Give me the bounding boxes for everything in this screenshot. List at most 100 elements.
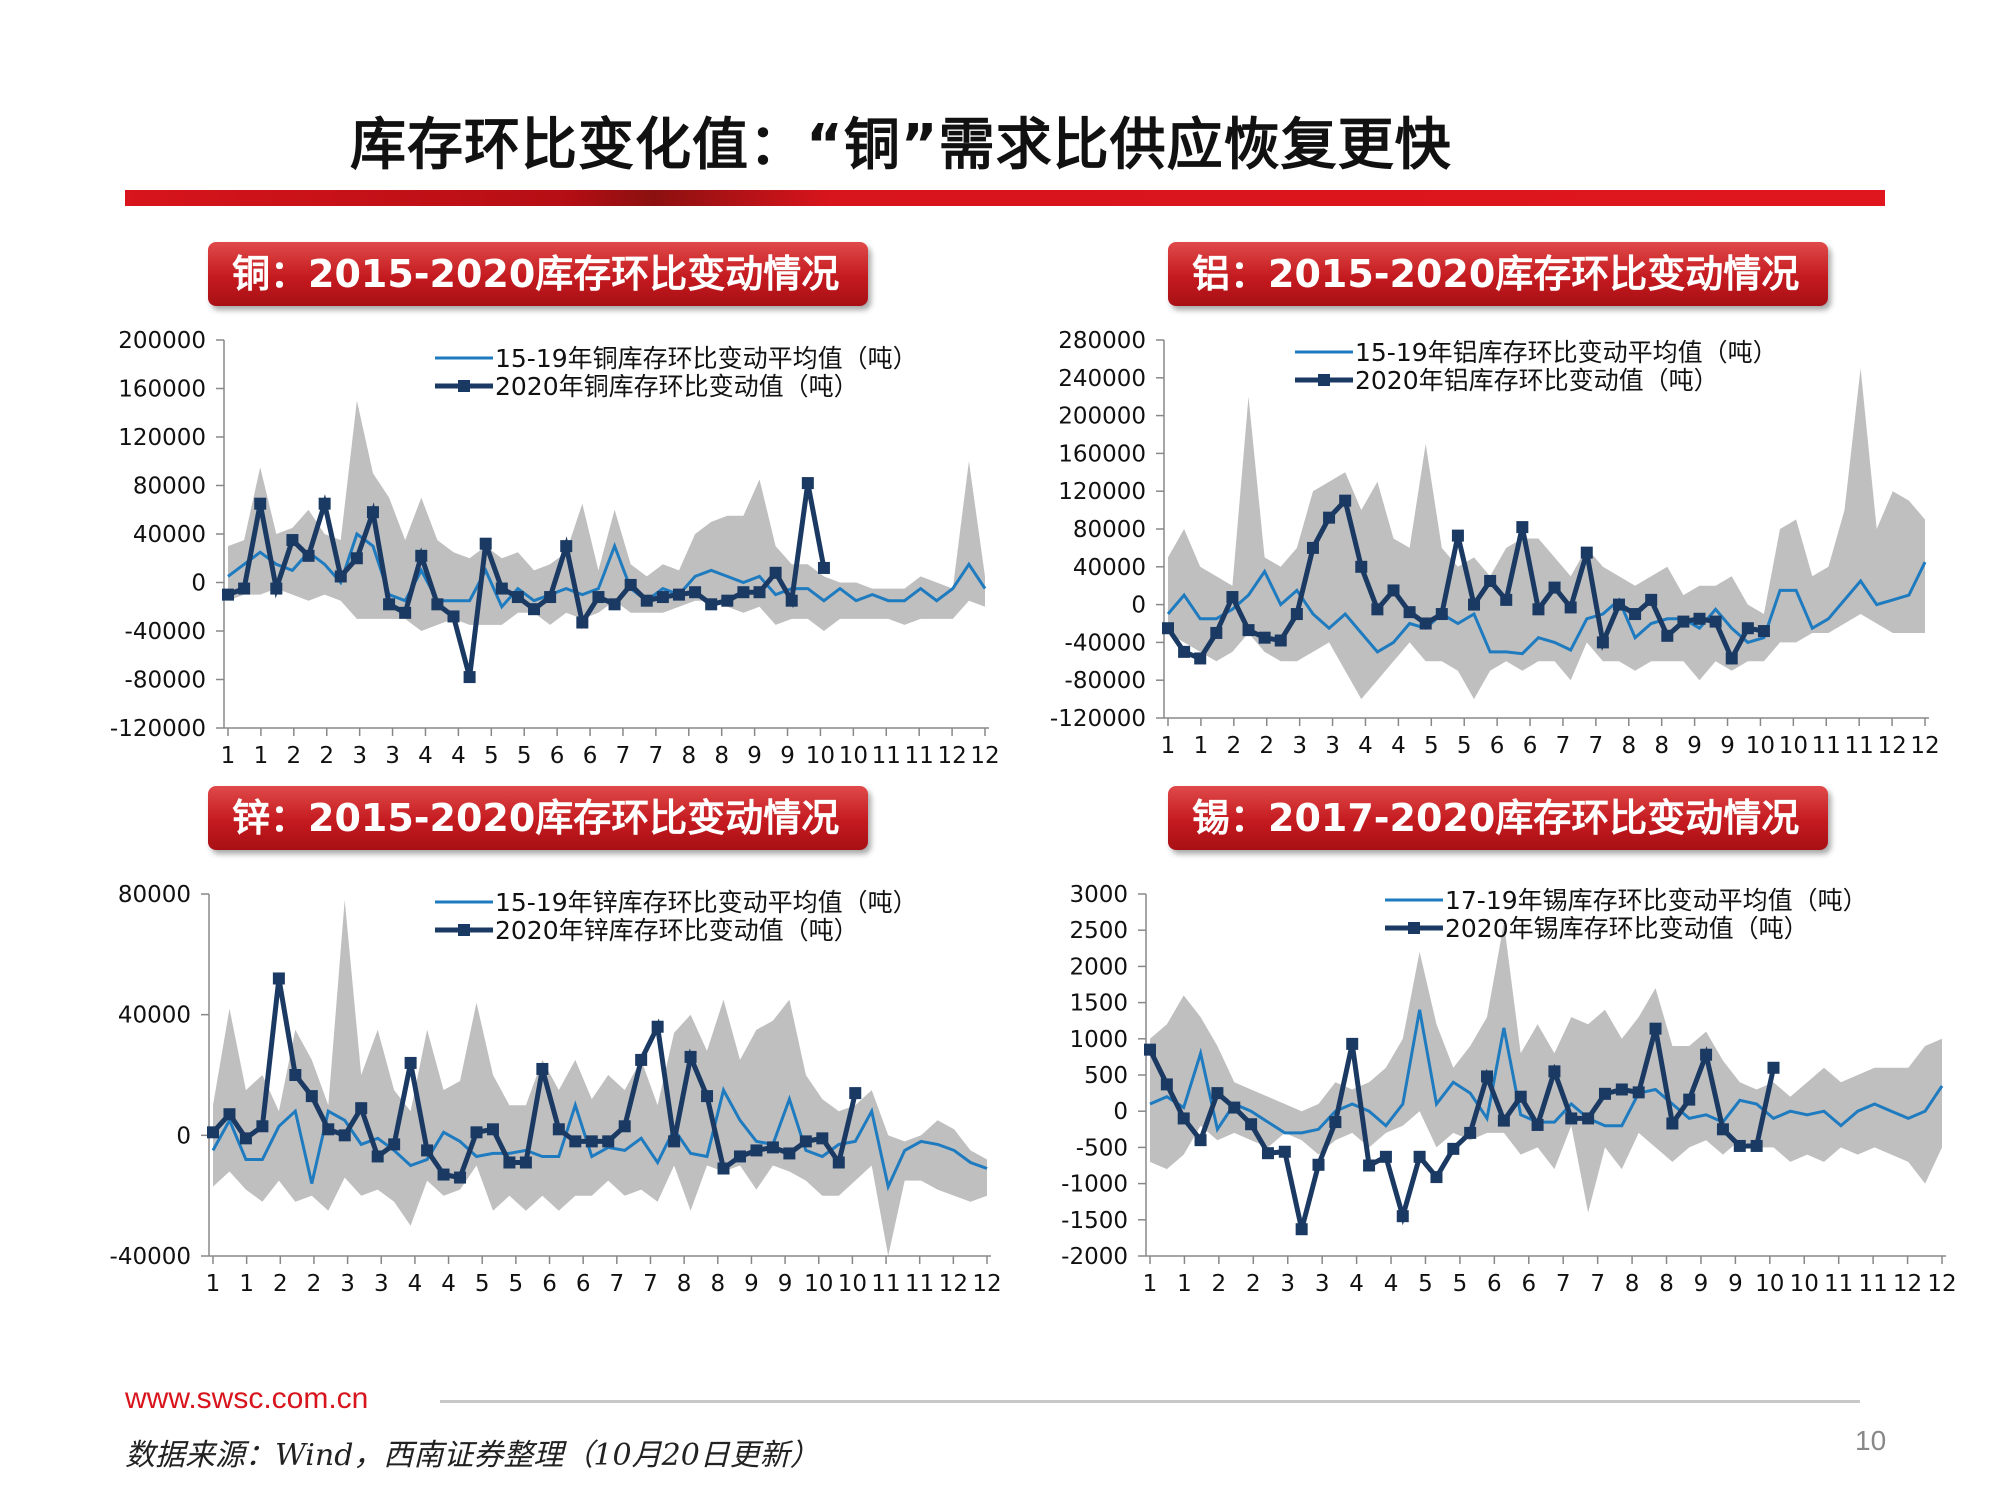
copper-2020-point (721, 594, 734, 607)
tin-2020-point (1582, 1112, 1595, 1125)
copper-y-tick-label: -40000 (125, 619, 206, 645)
aluminum-2020-point (1677, 615, 1690, 628)
aluminum-2020-point (1516, 521, 1529, 534)
aluminum-x-tick-label: 3 (1292, 733, 1307, 759)
aluminum-y-tick-label: 280000 (1058, 328, 1146, 354)
copper-2020-point (270, 582, 283, 595)
aluminum-2020-point (1612, 598, 1625, 611)
copper-x-tick-label: 8 (681, 743, 696, 769)
tin-x-tick-label: 7 (1590, 1271, 1605, 1297)
aluminum-y-tick-label: 0 (1131, 593, 1146, 619)
copper-2020-point (817, 561, 830, 574)
copper-2020-point (286, 534, 299, 547)
aluminum-2020-point (1709, 615, 1722, 628)
aluminum-x-tick-label: 6 (1490, 733, 1505, 759)
tin-2020-point (1278, 1145, 1291, 1158)
zinc-y-tick-label: 40000 (118, 1003, 191, 1029)
tin-2020-point (1346, 1037, 1359, 1050)
copper-2020-point (672, 588, 685, 601)
tin-x-tick-label: 3 (1280, 1271, 1295, 1297)
copper-x-tick-label: 9 (780, 743, 795, 769)
tin-range-band (1150, 923, 1942, 1213)
charts-canvas: 20000016000012000080000400000-40000-8000… (110, 328, 1957, 1297)
zinc-2020-point (404, 1056, 417, 1069)
zinc-x-tick-label: 9 (744, 1271, 759, 1297)
aluminum-x-tick-label: 5 (1457, 733, 1472, 759)
copper-2020-point (689, 586, 702, 599)
aluminum-2020-point (1210, 626, 1223, 639)
aluminum-x-tick-label: 11 (1845, 733, 1874, 759)
aluminum-2020-point (1355, 560, 1368, 573)
zinc-2020-point (733, 1150, 746, 1163)
aluminum-2020-point (1532, 603, 1545, 616)
tin-y-tick-label: 500 (1084, 1063, 1128, 1089)
zinc-2020-point (651, 1020, 664, 1033)
aluminum-2020-point (1290, 608, 1303, 621)
tin-x-tick-label: 12 (1927, 1271, 1956, 1297)
copper-x-tick-label: 7 (649, 743, 664, 769)
copper-x-tick-label: 10 (839, 743, 868, 769)
aluminum-legend-avg-label: 15-19年铝库存环比变动平均值（吨） (1355, 338, 1778, 367)
zinc-x-tick-label: 8 (677, 1271, 692, 1297)
zinc-2020-point (668, 1135, 681, 1148)
tin-x-tick-label: 4 (1384, 1271, 1399, 1297)
zinc-2020-point (635, 1053, 648, 1066)
zinc-2020-point (832, 1156, 845, 1169)
copper-2020-point (769, 566, 782, 579)
copper-2020-point (576, 616, 589, 629)
tin-2020-point (1177, 1112, 1190, 1125)
zinc-2020-point (717, 1162, 730, 1175)
zinc-x-tick-label: 8 (710, 1271, 725, 1297)
tin-y-tick-label: -2000 (1061, 1244, 1128, 1270)
zinc-2020-point (618, 1120, 631, 1133)
aluminum-legend-2020-marker (1318, 374, 1330, 386)
aluminum-2020-point (1306, 541, 1319, 554)
zinc-2020-point (207, 1126, 219, 1139)
zinc-x-tick-label: 7 (610, 1271, 625, 1297)
zinc-2020-point (585, 1135, 598, 1148)
copper-x-tick-label: 11 (905, 743, 934, 769)
aluminum-2020-point (1339, 494, 1352, 507)
copper-2020-point (254, 497, 267, 510)
zinc-2020-point (388, 1138, 401, 1151)
copper-y-tick-label: 120000 (118, 425, 206, 451)
zinc-x-tick-label: 12 (939, 1271, 968, 1297)
aluminum-2020-point (1757, 625, 1770, 638)
tin-2020-point (1565, 1112, 1578, 1125)
zinc-x-tick-label: 11 (905, 1271, 934, 1297)
zinc-x-tick-label: 6 (542, 1271, 557, 1297)
tin-legend-avg-label: 17-19年锡库存环比变动平均值（吨） (1445, 886, 1868, 915)
copper-2020-point (801, 477, 814, 490)
tin-2020-point (1413, 1150, 1426, 1163)
copper-x-tick-label: 6 (550, 743, 565, 769)
tin-2020-point (1514, 1090, 1527, 1103)
copper-x-tick-label: 3 (352, 743, 367, 769)
zinc-x-tick-label: 10 (804, 1271, 833, 1297)
aluminum-y-tick-label: 40000 (1073, 555, 1146, 581)
copper-y-tick-label: 160000 (118, 377, 206, 403)
aluminum-2020-point (1226, 591, 1239, 604)
tin-2020-point (1245, 1118, 1258, 1131)
tin-2020-point (1700, 1048, 1713, 1061)
zinc-2020-point (602, 1135, 615, 1148)
tin-y-tick-label: -1000 (1061, 1172, 1128, 1198)
copper-2020-point (366, 506, 379, 519)
copper-2020-point (753, 586, 766, 599)
copper-x-tick-label: 5 (484, 743, 499, 769)
zinc-2020-point (289, 1069, 302, 1081)
aluminum-y-tick-label: 120000 (1058, 479, 1146, 505)
aluminum-2020-point (1661, 629, 1674, 642)
tin-y-tick-label: 2000 (1069, 954, 1128, 980)
zinc-x-tick-label: 5 (509, 1271, 524, 1297)
copper-2020-point (560, 540, 573, 553)
aluminum-x-tick-label: 1 (1194, 733, 1209, 759)
copper-2020-point (624, 578, 637, 591)
copper-x-tick-label: 3 (385, 743, 400, 769)
aluminum-2020-point (1387, 584, 1400, 597)
copper-2020-point (656, 591, 669, 604)
copper-x-tick-label: 12 (970, 743, 999, 769)
zinc-y-tick-label: 80000 (118, 882, 191, 908)
tin-2020-point (1396, 1210, 1409, 1223)
copper-legend-2020-label: 2020年铜库存环比变动值（吨） (495, 372, 859, 401)
tin-2020-point (1750, 1139, 1763, 1152)
